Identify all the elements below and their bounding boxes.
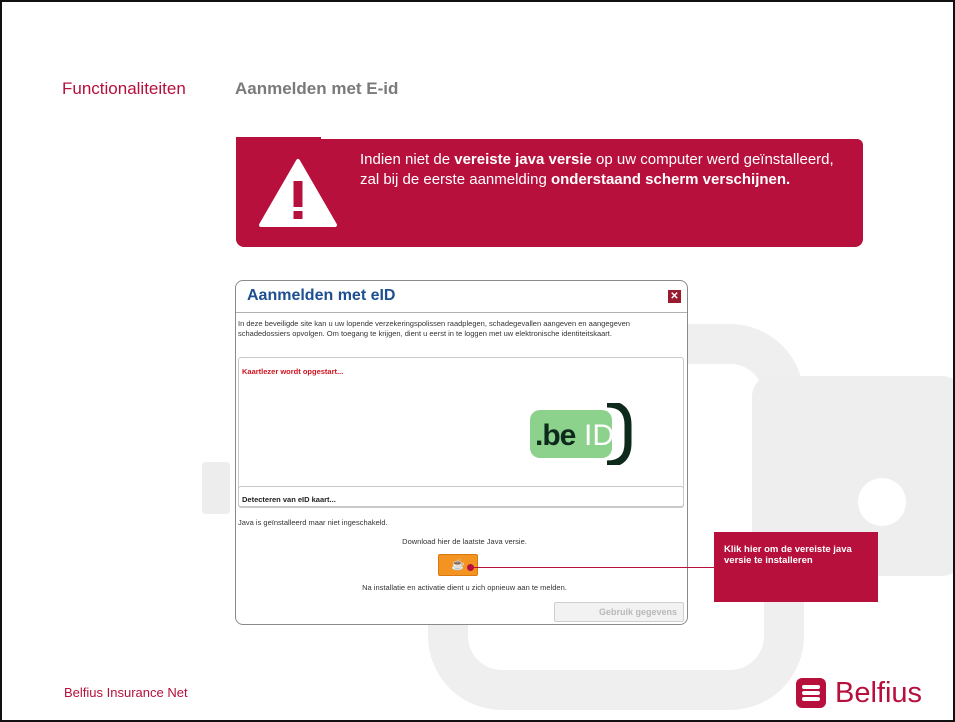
eid-login-dialog: Aanmelden met eID ✕ In deze beveiligde s… bbox=[235, 280, 688, 625]
callout-connector bbox=[470, 567, 714, 568]
svg-text:ID: ID bbox=[584, 419, 614, 452]
divider bbox=[236, 312, 687, 313]
warning-text-bold: onderstaand scherm verschijnen. bbox=[550, 171, 791, 188]
belfius-logo: Belfius bbox=[796, 675, 922, 711]
warning-text-bold: vereiste java versie bbox=[454, 151, 592, 168]
warning-text: Indien niet de vereiste java versie op u… bbox=[360, 150, 840, 190]
close-icon[interactable]: ✕ bbox=[668, 290, 681, 303]
use-data-button[interactable]: Gebruik gegevens bbox=[554, 602, 684, 622]
detect-label: Detecteren van eID kaart... bbox=[242, 495, 336, 504]
warning-triangle-icon bbox=[259, 159, 337, 227]
warning-banner: Indien niet de vereiste java versie op u… bbox=[236, 139, 863, 247]
footer-text: Belfius Insurance Net bbox=[64, 685, 188, 700]
java-status-text: Java is geïnstalleerd maar niet ingescha… bbox=[238, 518, 388, 527]
page-title: Aanmelden met E-id bbox=[235, 79, 399, 98]
after-install-text: Na installatie en activatie dient u zich… bbox=[362, 583, 567, 592]
reader-status: Kaartlezer wordt opgestart... bbox=[242, 367, 344, 376]
dialog-title: Aanmelden met eID bbox=[247, 287, 396, 304]
slide: Functionaliteiten Aanmelden met E-id Ind… bbox=[0, 0, 955, 722]
section-label: Functionaliteiten bbox=[62, 79, 186, 98]
download-text: Download hier de laatste Java versie. bbox=[402, 537, 527, 546]
beid-logo: .be ID bbox=[530, 403, 632, 465]
java-cup-icon: ☕ bbox=[451, 559, 465, 571]
warning-text-part: Indien niet de bbox=[360, 151, 455, 168]
callout-box: Klik hier om de vereiste java versie te … bbox=[714, 532, 878, 602]
dialog-intro-text: In deze beveiligde site kan u uw lopende… bbox=[238, 319, 630, 338]
brand-name: Belfius bbox=[835, 677, 923, 709]
eid-detect-panel: Detecteren van eID kaart... bbox=[238, 486, 684, 508]
callout-dot bbox=[467, 564, 474, 571]
svg-text:.be: .be bbox=[535, 419, 576, 452]
belfius-logo-icon bbox=[796, 678, 826, 708]
